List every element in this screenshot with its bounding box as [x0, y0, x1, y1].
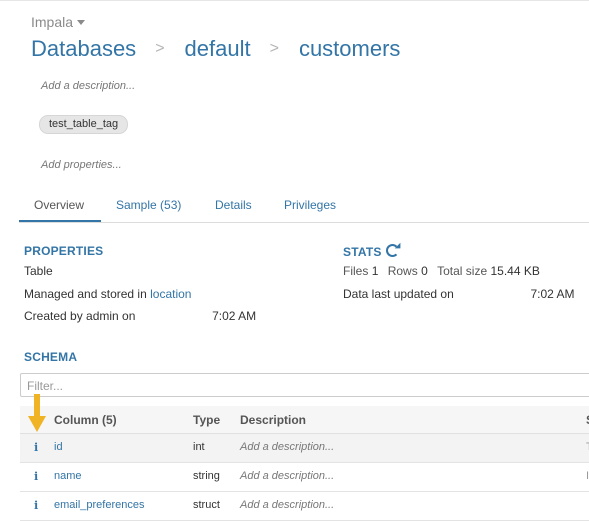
breadcrumb-default[interactable]: default: [185, 36, 251, 62]
schema-table: Column (5) Type Description S i id int A…: [20, 406, 589, 521]
tab-sample[interactable]: Sample (53): [116, 198, 181, 212]
top-border: [0, 0, 589, 1]
created-prefix: Created by admin on: [24, 309, 136, 323]
column-description-placeholder[interactable]: Add a description...: [240, 499, 334, 511]
table-row[interactable]: i id int Add a description... T: [20, 434, 589, 463]
engine-selector[interactable]: Impala: [31, 14, 86, 30]
active-tab-indicator: [19, 220, 101, 222]
column-header-type[interactable]: Type: [193, 413, 220, 427]
updated-prefix: Data last updated on: [343, 287, 454, 301]
refresh-icon[interactable]: [385, 244, 399, 257]
last-updated-line: Data last updated on 7:02 AM: [343, 287, 574, 301]
caret-down-icon: [77, 20, 86, 25]
size-value: 15.44 KB: [490, 264, 540, 278]
column-type: struct: [193, 499, 220, 511]
breadcrumb: Databases > default > customers: [31, 36, 400, 62]
tab-privileges[interactable]: Privileges: [284, 198, 336, 212]
redacted-date: [457, 288, 528, 298]
stats-heading: STATS: [343, 244, 399, 259]
info-icon[interactable]: i: [34, 470, 38, 483]
created-line: Created by admin on 7:02 AM: [24, 309, 256, 323]
column-name[interactable]: email_preferences: [54, 499, 145, 511]
table-type: Table: [24, 264, 53, 278]
stats-summary: Files 1 Rows 0 Total size 15.44 KB: [343, 264, 540, 278]
breadcrumb-customers[interactable]: customers: [299, 36, 400, 62]
properties-heading: PROPERTIES: [24, 244, 104, 258]
engine-label: Impala: [31, 14, 74, 30]
breadcrumb-separator: >: [155, 40, 165, 57]
info-icon[interactable]: i: [34, 441, 38, 454]
stats-title: STATS: [343, 245, 382, 259]
column-name[interactable]: name: [54, 470, 82, 482]
info-icon[interactable]: i: [34, 499, 38, 512]
managed-location-line: Managed and stored in location: [24, 287, 191, 301]
updated-time: 7:02 AM: [530, 287, 575, 301]
column-description-placeholder[interactable]: Add a description...: [240, 441, 334, 453]
column-type: int: [193, 441, 205, 453]
annotation-arrow-icon: [28, 394, 46, 432]
arrow-head: [28, 416, 46, 432]
files-value: 1: [371, 264, 379, 278]
schema-filter: [20, 373, 589, 397]
table-properties-placeholder[interactable]: Add properties...: [41, 159, 122, 171]
table-description-placeholder[interactable]: Add a description...: [41, 80, 135, 92]
managed-prefix: Managed and stored in: [24, 287, 147, 301]
tab-details[interactable]: Details: [215, 198, 252, 212]
size-label: Total size: [437, 264, 488, 278]
rows-label: Rows: [387, 264, 418, 278]
arrow-shaft: [34, 394, 40, 418]
created-time: 7:02 AM: [212, 309, 257, 323]
breadcrumb-databases[interactable]: Databases: [31, 36, 136, 62]
breadcrumb-separator: >: [269, 40, 279, 57]
column-header-name[interactable]: Column (5): [54, 413, 117, 427]
table-header: Column (5) Type Description S: [20, 406, 589, 434]
table-row[interactable]: i name string Add a description... I: [20, 463, 589, 492]
rows-value: 0: [421, 264, 428, 278]
redacted-date: [138, 310, 209, 320]
location-link[interactable]: location: [150, 287, 191, 301]
schema-heading: SCHEMA: [24, 350, 78, 364]
column-header-description[interactable]: Description: [240, 413, 306, 427]
table-row[interactable]: i email_preferences struct Add a descrip…: [20, 492, 589, 521]
tab-overview[interactable]: Overview: [34, 198, 84, 212]
table-tag[interactable]: test_table_tag: [39, 115, 129, 134]
column-name[interactable]: id: [54, 441, 63, 453]
column-description-placeholder[interactable]: Add a description...: [240, 470, 334, 482]
tab-bar: Overview Sample (53) Details Privileges: [19, 189, 589, 223]
files-label: Files: [343, 264, 369, 278]
schema-filter-input[interactable]: [25, 375, 569, 397]
column-type: string: [193, 470, 220, 482]
